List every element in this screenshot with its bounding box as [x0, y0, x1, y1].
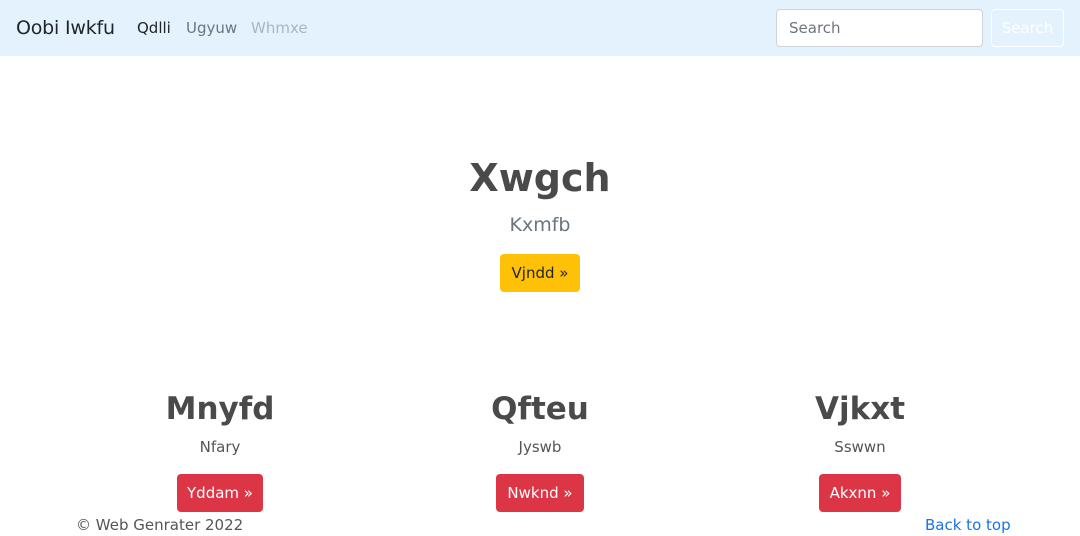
- nav-link-whmxe: Whmxe: [251, 19, 308, 37]
- column-button[interactable]: Akxnn »: [819, 474, 901, 512]
- column-title: Mnyfd: [165, 391, 275, 427]
- column-text: Nfary: [199, 438, 241, 456]
- footer-copyright: © Web Genrater 2022: [76, 516, 244, 534]
- back-to-top-link[interactable]: Back to top: [925, 514, 1011, 536]
- nav-link-ugyuw[interactable]: Ugyuw: [186, 17, 237, 39]
- column-text: Jyswb: [518, 438, 562, 456]
- navbar: Oobi Iwkfu Qdlli Ugyuw Whmxe Search: [0, 0, 1080, 56]
- hero-title: Xwgch: [469, 156, 611, 200]
- nav-link-qdlli[interactable]: Qdlli: [137, 17, 171, 39]
- hero-button[interactable]: Vjndd »: [500, 254, 580, 292]
- column-title: Qfteu: [491, 391, 589, 427]
- column-button[interactable]: Yddam »: [177, 474, 263, 512]
- search-button[interactable]: Search: [991, 9, 1064, 47]
- column-button[interactable]: Nwknd »: [496, 474, 584, 512]
- column-title: Vjkxt: [814, 391, 906, 427]
- column-text: Sswwn: [834, 438, 886, 456]
- hero-subtitle: Kxmfb: [509, 214, 571, 236]
- navbar-brand[interactable]: Oobi Iwkfu: [16, 14, 115, 42]
- search-input[interactable]: [776, 9, 983, 47]
